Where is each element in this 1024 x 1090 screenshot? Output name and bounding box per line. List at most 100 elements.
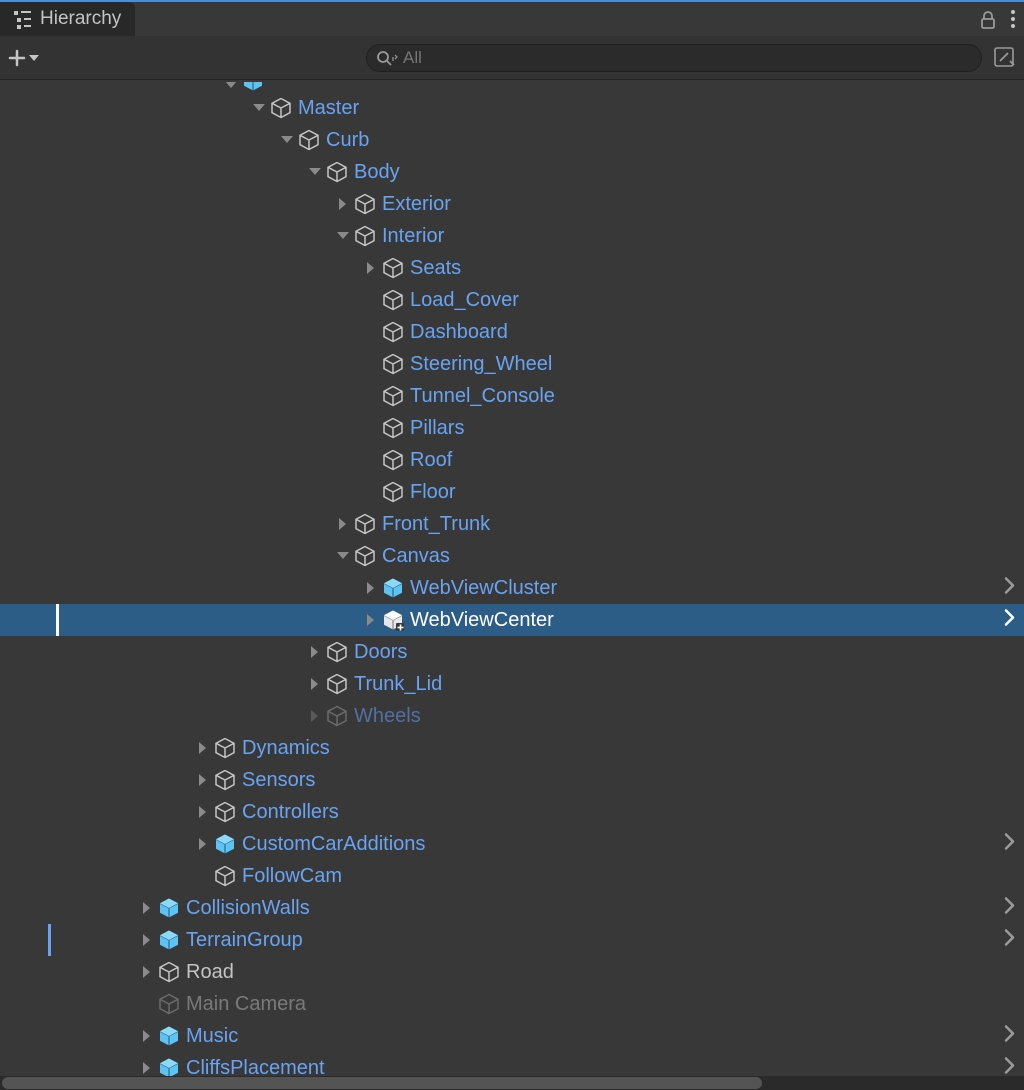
expand-toggle[interactable] <box>140 1029 154 1043</box>
tree-row[interactable]: Canvas <box>0 540 1024 572</box>
expand-toggle[interactable] <box>308 709 322 723</box>
open-prefab-chevron-icon[interactable] <box>1002 929 1016 952</box>
tree-row[interactable]: Trunk_Lid <box>0 668 1024 700</box>
plus-icon <box>8 49 26 67</box>
tree-item-label: Road <box>186 961 234 984</box>
expand-toggle[interactable] <box>140 933 154 947</box>
expand-toggle[interactable] <box>364 261 378 275</box>
cube-outline-icon <box>214 865 236 887</box>
cube-outline-icon <box>298 129 320 151</box>
expand-toggle[interactable] <box>140 901 154 915</box>
search-field-wrap <box>366 44 982 72</box>
expand-toggle[interactable] <box>224 82 238 92</box>
hierarchy-tree[interactable]: Master Curb Body Exterior Interior Seats Load_… <box>0 80 1024 1084</box>
tree-item-label: Pillars <box>410 417 464 440</box>
cube-outline-icon <box>382 257 404 279</box>
tree-row[interactable]: Curb <box>0 124 1024 156</box>
hierarchy-tab[interactable]: Hierarchy <box>0 2 135 36</box>
tree-item-label: Body <box>354 161 400 184</box>
tree-row[interactable]: Controllers <box>0 796 1024 828</box>
tree-row[interactable]: Interior <box>0 220 1024 252</box>
tree-item-label: Seats <box>410 257 461 280</box>
tree-row[interactable]: Pillars <box>0 412 1024 444</box>
expand-toggle[interactable] <box>308 645 322 659</box>
tree-row[interactable]: Load_Cover <box>0 284 1024 316</box>
expand-toggle[interactable] <box>196 773 210 787</box>
tree-row[interactable]: WebViewCenter <box>0 604 1024 636</box>
open-prefab-chevron-icon[interactable] <box>1002 897 1016 920</box>
cube-outline-icon <box>326 161 348 183</box>
tree-row[interactable]: Wheels <box>0 700 1024 732</box>
search-input[interactable] <box>366 44 982 72</box>
expand-toggle[interactable] <box>196 805 210 819</box>
prefab-blue-icon <box>242 82 264 92</box>
cube-outline-faded-icon <box>158 993 180 1015</box>
horizontal-scrollbar[interactable] <box>0 1076 1010 1090</box>
tree-row[interactable]: Tunnel_Console <box>0 380 1024 412</box>
cube-outline-icon <box>214 769 236 791</box>
expand-toggle[interactable] <box>196 741 210 755</box>
expand-toggle[interactable] <box>336 229 350 243</box>
cube-outline-icon <box>214 737 236 759</box>
tree-item-label: Sensors <box>242 769 315 792</box>
expand-toggle[interactable] <box>364 581 378 595</box>
scrollbar-thumb[interactable] <box>2 1077 762 1089</box>
expand-toggle[interactable] <box>140 965 154 979</box>
tree-row[interactable]: Steering_Wheel <box>0 348 1024 380</box>
expand-toggle[interactable] <box>364 613 378 627</box>
lock-icon[interactable] <box>980 9 996 29</box>
open-prefab-chevron-icon[interactable] <box>1002 833 1016 856</box>
tree-row[interactable]: Front_Trunk <box>0 508 1024 540</box>
tree-item-label: Floor <box>410 481 456 504</box>
tree-row[interactable]: Master <box>0 92 1024 124</box>
tree-row[interactable]: Body <box>0 156 1024 188</box>
tree-row[interactable]: WebViewCluster <box>0 572 1024 604</box>
hierarchy-toolbar <box>0 36 1024 80</box>
expand-toggle[interactable] <box>308 677 322 691</box>
tree-item-label: Doors <box>354 641 407 664</box>
tree-row[interactable]: CustomCarAdditions <box>0 828 1024 860</box>
scene-visibility-toggle-icon[interactable] <box>994 47 1016 69</box>
expand-toggle[interactable] <box>280 133 294 147</box>
tree-row[interactable]: Dynamics <box>0 732 1024 764</box>
open-prefab-chevron-icon[interactable] <box>1002 577 1016 600</box>
tree-item-label: Music <box>186 1025 238 1048</box>
expand-toggle[interactable] <box>336 517 350 531</box>
open-prefab-chevron-icon[interactable] <box>1002 609 1016 632</box>
open-prefab-chevron-icon[interactable] <box>1002 1025 1016 1048</box>
tree-item-label: Master <box>298 97 359 120</box>
tree-row[interactable]: Floor <box>0 476 1024 508</box>
expand-toggle[interactable] <box>308 165 322 179</box>
tree-row[interactable]: Main Camera <box>0 988 1024 1020</box>
expand-toggle[interactable] <box>336 197 350 211</box>
tree-row[interactable]: Seats <box>0 252 1024 284</box>
tree-row[interactable]: TerrainGroup <box>0 924 1024 956</box>
cube-outline-icon <box>158 961 180 983</box>
cube-outline-icon <box>382 289 404 311</box>
kebab-menu-icon[interactable] <box>1010 9 1016 29</box>
create-button[interactable] <box>8 49 40 67</box>
tree-row[interactable]: CollisionWalls <box>0 892 1024 924</box>
tree-row[interactable]: Music <box>0 1020 1024 1052</box>
tree-item-label: WebViewCluster <box>410 577 557 600</box>
tree-row[interactable]: Sensors <box>0 764 1024 796</box>
tree-item-label: Controllers <box>242 801 339 824</box>
tree-item-label: Interior <box>382 225 444 248</box>
tree-row[interactable]: Doors <box>0 636 1024 668</box>
tree-row[interactable]: FollowCam <box>0 860 1024 892</box>
tree-item-label: Dynamics <box>242 737 330 760</box>
expand-toggle[interactable] <box>196 837 210 851</box>
cube-outline-icon <box>354 513 376 535</box>
tree-item-label: Exterior <box>382 193 451 216</box>
tree-row[interactable] <box>0 82 1024 92</box>
expand-toggle[interactable] <box>140 1061 154 1075</box>
expand-toggle[interactable] <box>252 101 266 115</box>
tree-row[interactable]: Exterior <box>0 188 1024 220</box>
prefab-blue-icon <box>158 1025 180 1047</box>
tree-item-label: Wheels <box>354 705 421 728</box>
cube-outline-icon <box>382 385 404 407</box>
tree-row[interactable]: Road <box>0 956 1024 988</box>
tree-row[interactable]: Roof <box>0 444 1024 476</box>
tree-row[interactable]: Dashboard <box>0 316 1024 348</box>
expand-toggle[interactable] <box>336 549 350 563</box>
